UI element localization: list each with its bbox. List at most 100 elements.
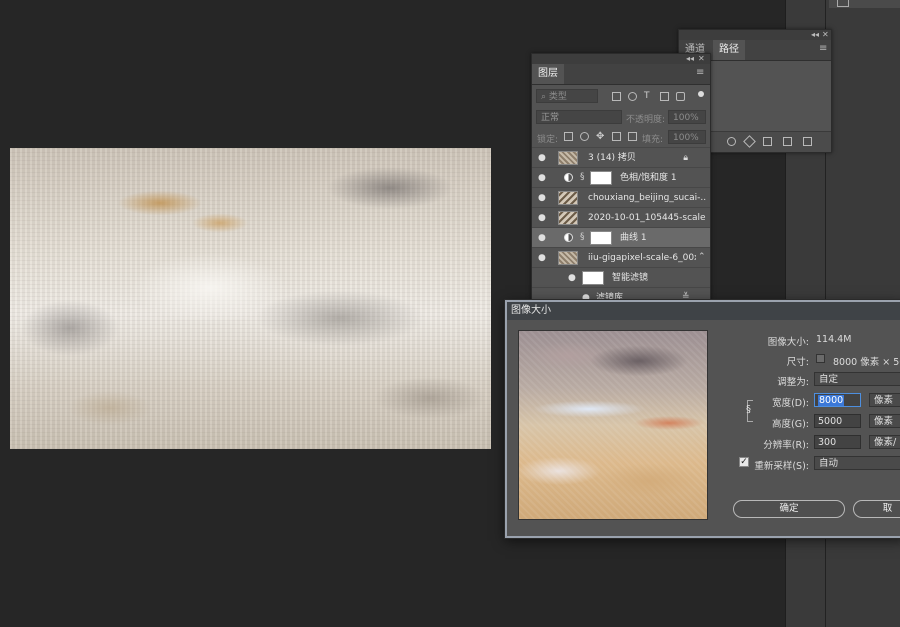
layer-name: 3 (14) 拷贝: [588, 153, 636, 163]
layer-name: 色相/饱和度 1: [620, 173, 677, 183]
ok-button[interactable]: 确定: [733, 500, 845, 518]
shape-filter-icon[interactable]: [660, 92, 669, 101]
smart-object-filter-icon[interactable]: [676, 92, 685, 101]
eye-icon[interactable]: ●: [538, 213, 546, 223]
dimensions-label: 尺寸:: [786, 357, 809, 368]
fill-input[interactable]: 100%: [668, 130, 706, 144]
close-icon[interactable]: ✕: [822, 30, 829, 40]
image-size-label: 图像大小:: [767, 337, 809, 348]
dimensions-unit-dropdown[interactable]: [816, 354, 825, 363]
layer-kind-filter[interactable]: ⌕ 类型: [536, 89, 598, 103]
dialog-title: 图像大小: [507, 302, 900, 320]
layer-filter-row: ⌕ 类型 T: [536, 88, 706, 104]
layer-thumbnail: [558, 251, 578, 265]
image-size-dialog: 图像大小 图像大小: 114.4M 尺寸: 8000 像素 × 50 调整为: …: [505, 300, 900, 538]
width-label: 宽度(D):: [772, 398, 809, 409]
panel-tabs: 图层 ≡: [532, 64, 710, 85]
image-size-value: 114.4M: [816, 334, 852, 345]
layer-name: chouxiang_beijing_sucai-...: [588, 193, 706, 203]
layer-row-selected[interactable]: ● § 曲线 1: [532, 227, 710, 247]
layer-row[interactable]: ● iiu-gigapixel-scale-6_00x ⌃: [532, 247, 710, 267]
eye-icon[interactable]: ●: [538, 153, 546, 163]
lock-artboard-icon[interactable]: [612, 132, 621, 141]
panel-header: ◂◂ ✕: [679, 30, 831, 40]
lock-position-icon[interactable]: ✥: [596, 132, 605, 142]
fill-label: 填充:: [642, 135, 664, 145]
lock-pixels-icon[interactable]: [580, 132, 589, 141]
menu-icon[interactable]: ≡: [696, 67, 704, 78]
filter-placeholder: 类型: [548, 92, 567, 102]
opacity-input[interactable]: 100%: [668, 110, 706, 124]
layer-thumbnail: [558, 191, 578, 205]
layer-row[interactable]: ● 3 (14) 拷贝 🔒︎: [532, 147, 710, 167]
eye-icon[interactable]: ●: [538, 253, 546, 263]
resample-label: 重新采样(S):: [754, 461, 809, 472]
trash-icon[interactable]: [803, 137, 812, 146]
chain-link-icon[interactable]: §: [580, 172, 585, 182]
layer-mask-thumbnail: [590, 171, 612, 185]
eye-icon[interactable]: ●: [538, 173, 546, 183]
type-filter-icon[interactable]: T: [644, 92, 653, 101]
layer-thumbnail: [558, 211, 578, 225]
lock-icon: 🔒︎: [683, 153, 688, 163]
eye-icon[interactable]: ●: [538, 193, 546, 203]
opacity-label: 不透明度:: [626, 115, 666, 125]
resolution-label: 分辨率(R):: [763, 440, 809, 451]
resample-select[interactable]: 自动: [814, 456, 900, 470]
layer-mask-thumbnail: [590, 231, 612, 245]
layer-thumbnail: [558, 151, 578, 165]
resolution-unit-select[interactable]: 像素/: [869, 435, 900, 449]
canvas-image[interactable]: [10, 148, 491, 449]
fill-path-icon[interactable]: [727, 137, 736, 146]
smart-filter-thumbnail: [582, 271, 604, 285]
resample-checkbox[interactable]: ✓: [739, 457, 749, 467]
cancel-button[interactable]: 取: [853, 500, 900, 518]
fit-to-select[interactable]: 自定: [814, 372, 900, 386]
layer-row[interactable]: ● § 色相/饱和度 1: [532, 167, 710, 187]
panel-icon[interactable]: [837, 0, 849, 7]
eye-icon[interactable]: ●: [538, 233, 546, 243]
adjustment-filter-icon[interactable]: [628, 92, 637, 101]
menu-icon[interactable]: ≡: [819, 43, 827, 54]
layer-name: 2020-10-01_105445-scale...: [588, 213, 706, 223]
search-icon: ⌕: [541, 92, 549, 102]
cancel-label: 取: [882, 503, 893, 514]
layer-name: 曲线 1: [620, 233, 647, 243]
layer-name: iiu-gigapixel-scale-6_00x: [588, 253, 696, 263]
add-mask-icon[interactable]: [763, 137, 772, 146]
pixel-filter-icon[interactable]: [612, 92, 621, 101]
new-path-icon[interactable]: [783, 137, 792, 146]
resolution-input[interactable]: 300: [814, 435, 861, 449]
dimensions-value: 8000 像素 × 50: [833, 357, 900, 368]
tab-layers[interactable]: 图层: [532, 64, 564, 84]
close-icon[interactable]: ✕: [698, 54, 705, 64]
layer-row[interactable]: ● 智能滤镜: [532, 267, 710, 287]
tab-paths[interactable]: 路径: [713, 40, 745, 60]
collapse-icon[interactable]: ◂◂: [811, 30, 819, 40]
load-selection-icon[interactable]: [743, 135, 756, 148]
lock-label: 锁定:: [537, 135, 559, 145]
filter-toggle[interactable]: [698, 91, 704, 97]
height-label: 高度(G):: [772, 419, 809, 430]
chain-link-icon[interactable]: §: [580, 232, 585, 242]
panel-header: ◂◂ ✕: [532, 54, 710, 64]
height-unit-select[interactable]: 像素: [869, 414, 900, 428]
blend-mode-select[interactable]: 正常: [536, 110, 622, 124]
fit-to-label: 调整为:: [777, 377, 809, 388]
collapse-icon[interactable]: ◂◂: [686, 54, 694, 64]
expand-icon[interactable]: ⌃: [698, 252, 706, 262]
width-value: 8000: [818, 395, 845, 406]
lock-transparent-icon[interactable]: [564, 132, 573, 141]
layer-row[interactable]: ● chouxiang_beijing_sucai-...: [532, 187, 710, 207]
height-input[interactable]: 5000: [814, 414, 861, 428]
adjustment-icon: [564, 173, 573, 182]
lock-all-icon[interactable]: [628, 132, 637, 141]
layer-row[interactable]: ● 2020-10-01_105445-scale...: [532, 207, 710, 227]
image-preview[interactable]: [518, 330, 708, 520]
layers-panel: ◂◂ ✕ 图层 ≡ ⌕ 类型 T 正常 不透明度: 100% 锁定: ✥ 填充:…: [531, 53, 711, 307]
chain-link-icon[interactable]: §: [746, 404, 751, 415]
layer-name: 智能滤镜: [612, 273, 649, 283]
width-input[interactable]: 8000: [814, 393, 861, 407]
width-unit-select[interactable]: 像素: [869, 393, 900, 407]
eye-icon[interactable]: ●: [568, 273, 576, 283]
